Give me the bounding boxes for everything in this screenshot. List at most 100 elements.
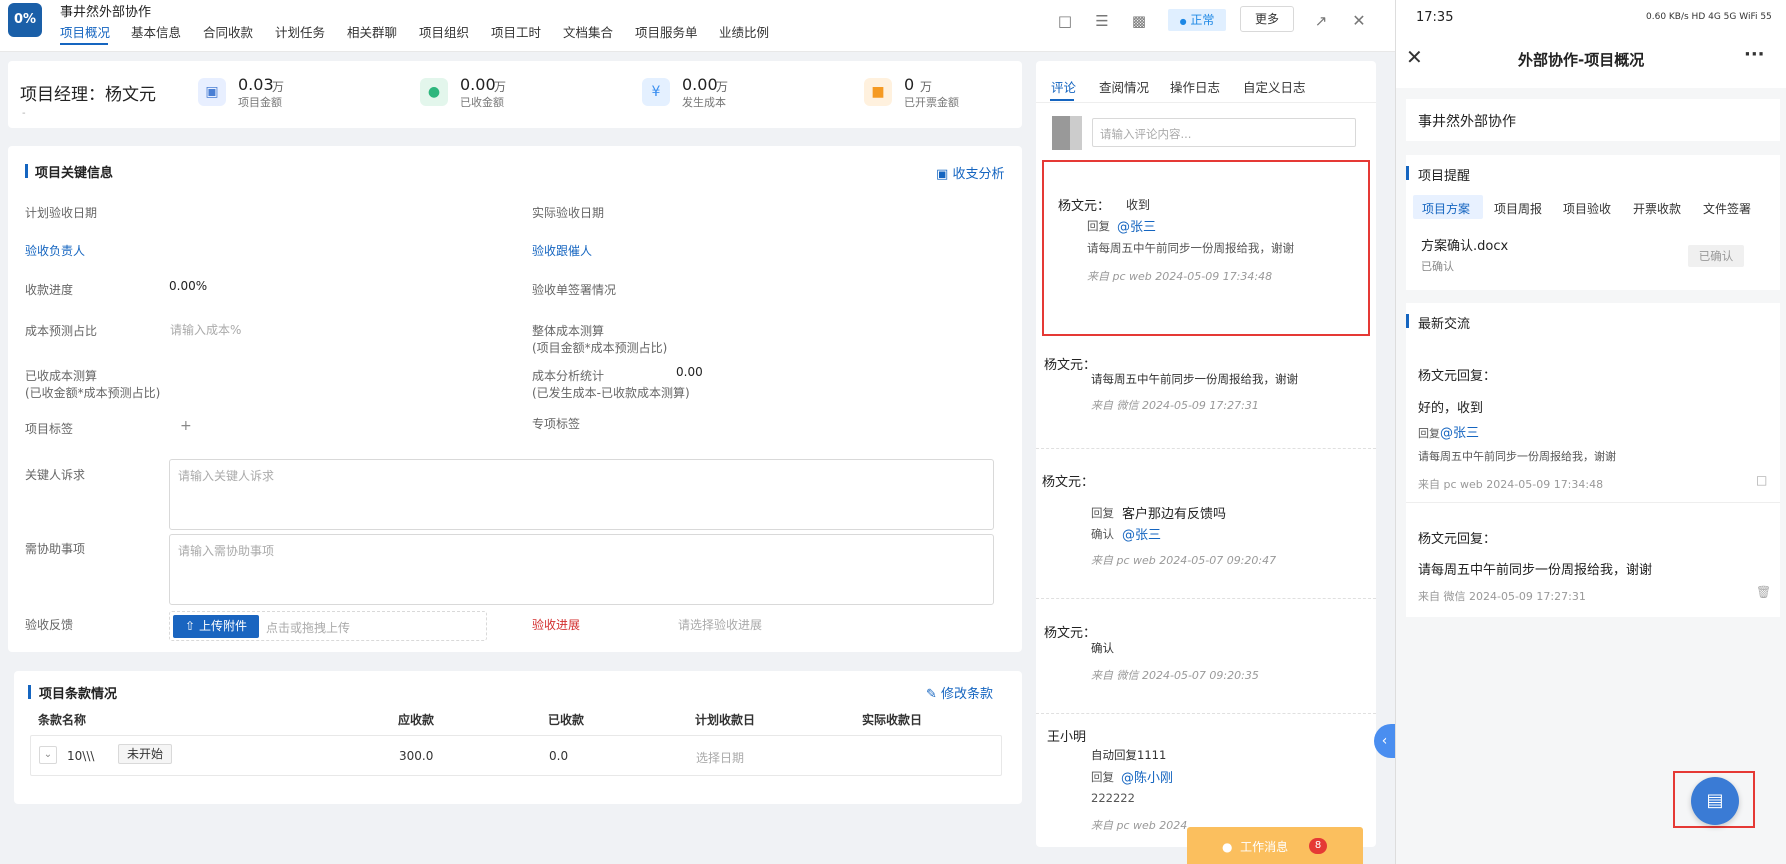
comment-body: 222222 bbox=[1091, 791, 1135, 805]
comment-author: 杨文元： bbox=[1058, 199, 1111, 214]
overall-cost-formula: (项目金额*成本预测占比) bbox=[532, 341, 668, 355]
tab-acceptance[interactable]: 项目验收 bbox=[1563, 200, 1611, 217]
actual-acceptance-label: 实际验收日期 bbox=[532, 206, 605, 220]
mention-link[interactable]: @张三 bbox=[1440, 422, 1479, 441]
status-icons: 0.60 KB/s HD 4G 5G WiFi 55 bbox=[1646, 12, 1772, 22]
acceptance-progress-select[interactable]: 请选择验收进展 bbox=[678, 616, 762, 633]
cost-ratio-label: 成本预测占比 bbox=[25, 324, 98, 338]
reply-label: 回复 bbox=[1091, 506, 1114, 520]
tab-service-orders[interactable]: 项目服务单 bbox=[635, 22, 698, 41]
tab-basic-info[interactable]: 基本信息 bbox=[131, 22, 181, 41]
comment-icon[interactable]: □ bbox=[1756, 473, 1767, 487]
chart-icon[interactable]: ☰ bbox=[1093, 12, 1111, 30]
reminder-card: 项目提醒 项目方案 项目周报 项目验收 开票收款 文件签署 方案确认.docx … bbox=[1406, 155, 1780, 290]
stat-label: 已开票金额 bbox=[904, 96, 959, 109]
plan-date-picker[interactable]: 选择日期 bbox=[696, 749, 744, 766]
project-title: 事井然外部协作 bbox=[60, 5, 152, 20]
comment-author: 王小明 bbox=[1047, 730, 1087, 745]
tab-plan-tasks[interactable]: 计划任务 bbox=[275, 22, 325, 41]
tab-comments[interactable]: 评论 bbox=[1051, 77, 1076, 96]
tab-project-org[interactable]: 项目组织 bbox=[419, 22, 469, 41]
overall-cost-label: 整体成本测算 bbox=[532, 324, 605, 338]
message-author: 杨文元回复： bbox=[1418, 369, 1497, 384]
file-name[interactable]: 方案确认.docx bbox=[1421, 235, 1508, 254]
tab-weekly-report[interactable]: 项目周报 bbox=[1494, 200, 1542, 217]
tab-group-chats[interactable]: 相关群聊 bbox=[347, 22, 397, 41]
received-cost-label: 已收成本测算 bbox=[25, 369, 98, 383]
divider bbox=[1036, 448, 1376, 449]
chat-float-button[interactable]: ▤ bbox=[1691, 777, 1739, 825]
close-icon[interactable]: ✕ bbox=[1350, 12, 1368, 30]
tags-label: 项目标签 bbox=[25, 422, 74, 436]
wallet-icon: ▣ bbox=[936, 167, 949, 182]
more-icon[interactable]: ··· bbox=[1744, 44, 1765, 65]
confirmed-button: 已确认 bbox=[1688, 245, 1744, 267]
acceptance-follower-link[interactable]: 验收跟催人 bbox=[532, 242, 592, 259]
column-header: 已收款 bbox=[548, 713, 585, 727]
column-header: 应收款 bbox=[398, 713, 435, 727]
add-tag-button[interactable]: + bbox=[180, 418, 192, 434]
cost-analysis-formula: (已发生成本-已收款成本测算) bbox=[532, 386, 690, 400]
tab-documents[interactable]: 文档集合 bbox=[563, 22, 613, 41]
tab-performance-ratio[interactable]: 业绩比例 bbox=[719, 22, 769, 41]
tab-custom-log[interactable]: 自定义日志 bbox=[1243, 77, 1306, 96]
message-icon: ▤ bbox=[1706, 790, 1724, 811]
qrcode-icon[interactable]: ▩ bbox=[1130, 12, 1148, 30]
planned-acceptance-label: 计划验收日期 bbox=[25, 206, 98, 220]
trash-icon[interactable]: 🗑 bbox=[1756, 585, 1771, 599]
stat-unit: 万 bbox=[920, 80, 933, 94]
chat-icon[interactable]: □ bbox=[1056, 12, 1074, 30]
assist-textarea[interactable]: 请输入需协助事项 bbox=[169, 534, 994, 605]
cost-ratio-input[interactable]: 请输入成本% bbox=[170, 321, 241, 338]
edit-terms-link[interactable]: ✎ 修改条款 bbox=[926, 683, 993, 702]
tab-project-plan[interactable]: 项目方案 bbox=[1422, 200, 1470, 217]
receivable-value: 300.0 bbox=[399, 749, 434, 763]
mention-link[interactable]: @张三 bbox=[1122, 524, 1161, 543]
mention-link[interactable]: @陈小刚 bbox=[1121, 767, 1173, 786]
placeholder: 请输入需协助事项 bbox=[178, 544, 275, 558]
chevron-down-icon[interactable]: ⌄ bbox=[39, 746, 57, 764]
file-status: 已确认 bbox=[1421, 260, 1454, 273]
message-meta: 来自 pc web 2024-05-09 17:34:48 bbox=[1418, 478, 1604, 491]
mention-link[interactable]: @张三 bbox=[1117, 216, 1156, 235]
unread-count-badge: 8 bbox=[1309, 838, 1327, 854]
comment-body: 确认 bbox=[1091, 641, 1114, 655]
tab-project-hours[interactable]: 项目工时 bbox=[491, 22, 541, 41]
mobile-view: 17:35 0.60 KB/s HD 4G 5G WiFi 55 ✕ 外部协作-… bbox=[1395, 0, 1786, 864]
expand-icon[interactable]: ↗ bbox=[1312, 12, 1330, 30]
key-demand-textarea[interactable]: 请输入关键人诉求 bbox=[169, 459, 994, 530]
project-name: 事井然外部协作 bbox=[1418, 114, 1516, 130]
latest-exchange-card: 最新交流 杨文元回复： 好的，收到 回复 @张三 请每周五中午前同步一份周报给我… bbox=[1406, 303, 1780, 617]
comment-input[interactable]: 请输入评论内容... bbox=[1092, 118, 1356, 147]
stat-unit: 万 bbox=[272, 80, 285, 94]
tab-read-status[interactable]: 查阅情况 bbox=[1099, 77, 1149, 96]
comment-meta: 来自 pc web 2024-05-09 17:34:48 bbox=[1087, 270, 1273, 283]
work-message-label: ● 工作消息 bbox=[1222, 840, 1289, 854]
income-expense-analysis-link[interactable]: ▣ 收支分析 bbox=[936, 163, 1004, 182]
tab-operation-log[interactable]: 操作日志 bbox=[1170, 77, 1220, 96]
tab-contract-payment[interactable]: 合同收款 bbox=[203, 22, 253, 41]
upload-area[interactable]: ⇧ 上传附件 点击或拖拽上传 bbox=[169, 611, 487, 641]
mobile-header: 17:35 0.60 KB/s HD 4G 5G WiFi 55 ✕ 外部协作-… bbox=[1396, 0, 1786, 88]
stat-invoiced: 0 bbox=[904, 75, 915, 94]
work-message-button[interactable]: ● 工作消息 8 bbox=[1187, 827, 1363, 864]
tab-file-sign[interactable]: 文件签署 bbox=[1703, 200, 1751, 217]
status-badge: 未开始 bbox=[118, 744, 173, 764]
stat-unit: 万 bbox=[494, 80, 507, 94]
message-meta: 来自 微信 2024-05-09 17:27:31 bbox=[1418, 590, 1586, 603]
stat-project-amount: 0.03 bbox=[238, 75, 274, 94]
acceptance-owner-link[interactable]: 验收负责人 bbox=[25, 242, 85, 259]
column-header: 实际收款日 bbox=[862, 713, 923, 727]
tab-project-overview[interactable]: 项目概况 bbox=[60, 22, 110, 41]
reply-label: 回复 bbox=[1091, 770, 1114, 784]
close-icon[interactable]: ✕ bbox=[1406, 45, 1423, 69]
comment-meta: 来自 微信 2024-05-09 17:27:31 bbox=[1091, 399, 1259, 412]
more-button[interactable]: 更多 bbox=[1240, 6, 1294, 32]
upload-button[interactable]: ⇧ 上传附件 bbox=[173, 615, 259, 638]
tab-invoice[interactable]: 开票收款 bbox=[1633, 200, 1681, 217]
upload-hint: 点击或拖拽上传 bbox=[266, 621, 351, 635]
table-row: ⌄ 10\\\ 未开始 300.0 0.0 选择日期 bbox=[30, 735, 1002, 776]
comment-meta: 来自 pc web 2024-05-07 09:20:47 bbox=[1091, 554, 1277, 567]
collapse-handle[interactable]: ‹ bbox=[1374, 724, 1395, 758]
comment-body: 自动回复1111 bbox=[1091, 748, 1167, 762]
